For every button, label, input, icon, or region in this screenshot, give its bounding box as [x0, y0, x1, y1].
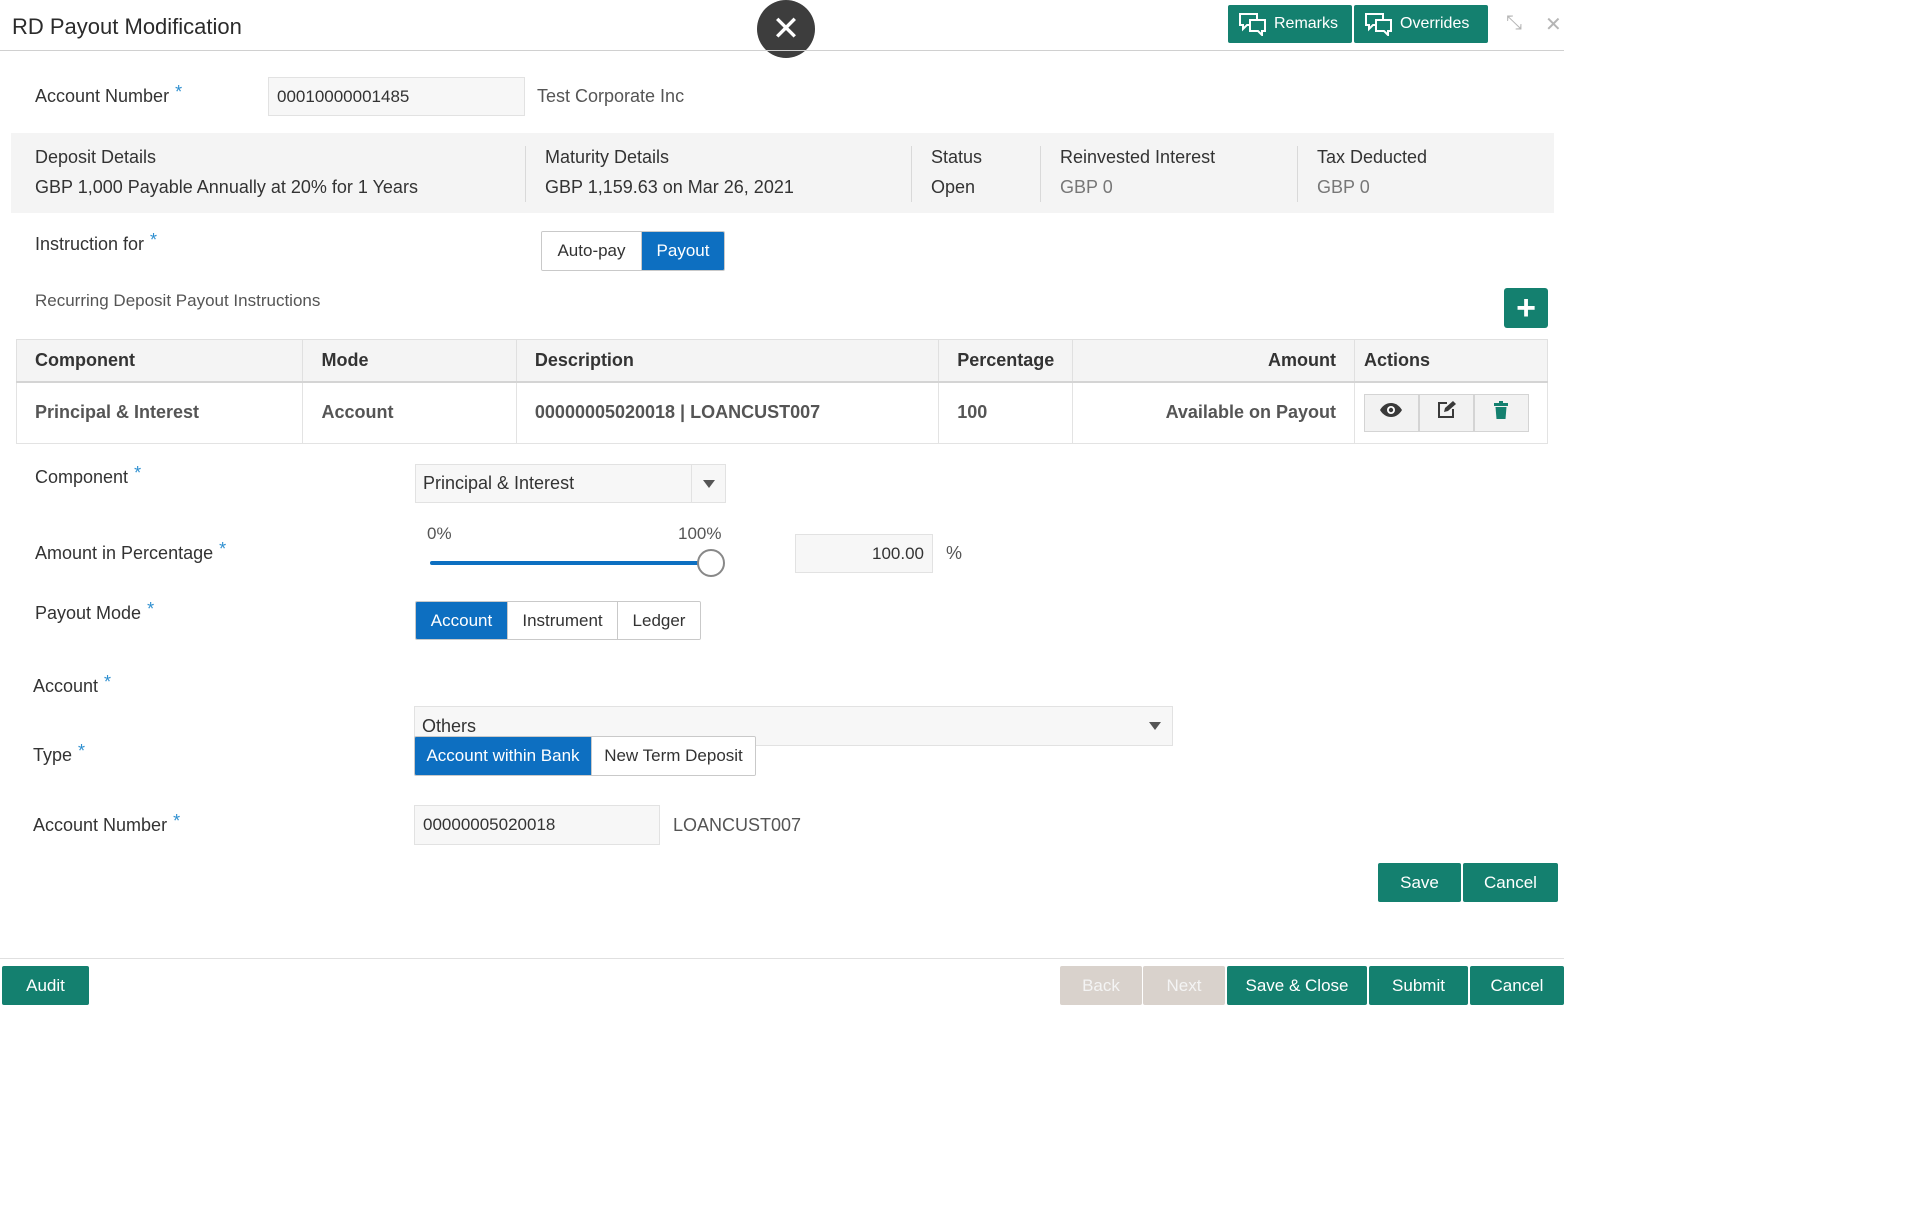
percent-unit: %: [946, 543, 963, 563]
remarks-label: Remarks: [1274, 15, 1339, 32]
component-label: Component *: [35, 463, 142, 487]
divider: [525, 146, 526, 202]
payout-account-name: LOANCUST007: [673, 815, 802, 835]
cell-description: 00000005020018 | LOANCUST007: [515, 381, 940, 444]
save-close-button[interactable]: Save & Close: [1227, 966, 1367, 1005]
type-new-term-deposit[interactable]: New Term Deposit: [592, 737, 755, 775]
minimize-icon[interactable]: ⤡: [1506, 12, 1522, 35]
instruction-option-payout[interactable]: Payout: [642, 232, 724, 270]
submit-button[interactable]: Submit: [1369, 966, 1468, 1005]
col-component: Component: [15, 339, 304, 383]
col-description: Description: [515, 339, 940, 383]
instruction-option-autopay[interactable]: Auto-pay: [542, 232, 642, 270]
remarks-button[interactable]: Remarks: [1228, 5, 1352, 43]
reinvested-interest: Reinvested Interest GBP 0: [1060, 147, 1216, 197]
type-account-within-bank[interactable]: Account within Bank: [415, 737, 592, 775]
divider: [1040, 146, 1041, 202]
col-actions: Actions: [1353, 339, 1549, 383]
overrides-button[interactable]: Overrides: [1354, 5, 1488, 43]
table-row: Principal & Interest Account 00000005020…: [15, 381, 1549, 444]
cell-mode: Account: [302, 381, 517, 444]
col-amount: Amount: [1072, 339, 1355, 383]
delete-button[interactable]: [1473, 393, 1529, 432]
deposit-details: Deposit Details GBP 1,000 Payable Annual…: [35, 147, 418, 197]
chat-icon: [1238, 12, 1268, 36]
header-divider: [0, 50, 1564, 51]
percentage-slider-thumb[interactable]: [697, 549, 725, 577]
cell-percentage: 100: [938, 381, 1074, 444]
payout-mode-instrument[interactable]: Instrument: [508, 602, 618, 639]
chevron-down-icon: [1138, 707, 1172, 745]
cell-amount: Available on Payout: [1072, 381, 1355, 444]
overrides-label: Overrides: [1400, 15, 1470, 32]
table-header-row: Component Mode Description Percentage Am…: [15, 339, 1549, 383]
type-toggle: Account within Bank New Term Deposit: [414, 736, 756, 776]
payout-account-number-label: Account Number *: [33, 811, 181, 835]
col-mode: Mode: [302, 339, 517, 383]
account-label: Account *: [33, 672, 112, 696]
payout-mode-account[interactable]: Account: [416, 602, 508, 639]
payout-account-number-input[interactable]: 00000005020018: [414, 805, 660, 845]
payout-instructions-table: Component Mode Description Percentage Am…: [15, 339, 1549, 444]
payout-mode-label: Payout Mode *: [35, 599, 155, 623]
cell-component: Principal & Interest: [15, 381, 304, 444]
footer-cancel-button[interactable]: Cancel: [1470, 966, 1564, 1005]
save-button[interactable]: Save: [1378, 863, 1461, 902]
col-percentage: Percentage: [938, 339, 1074, 383]
add-instruction-button[interactable]: +: [1504, 288, 1548, 328]
instruction-for-label: Instruction for *: [35, 230, 158, 254]
plus-icon: +: [1516, 288, 1536, 327]
cell-actions: [1353, 381, 1549, 444]
status-details: Status Open: [931, 147, 983, 197]
divider: [1297, 146, 1298, 202]
eye-icon: [1379, 402, 1403, 423]
maturity-details: Maturity Details GBP 1,159.63 on Mar 26,…: [545, 147, 794, 197]
percentage-input[interactable]: 100.00: [795, 534, 933, 573]
view-button[interactable]: [1363, 393, 1419, 432]
percentage-slider-track[interactable]: [430, 561, 710, 565]
amount-percentage-label: Amount in Percentage *: [35, 539, 227, 563]
instruction-toggle: Auto-pay Payout: [541, 231, 725, 271]
tax-deducted: Tax Deducted GBP 0: [1317, 147, 1428, 197]
trash-icon: [1494, 401, 1509, 424]
divider: [911, 146, 912, 202]
page-title: RD Payout Modification: [12, 14, 242, 39]
slider-max-label: 100%: [678, 524, 722, 543]
cancel-button[interactable]: Cancel: [1463, 863, 1558, 902]
slider-min-label: 0%: [427, 524, 452, 543]
payout-mode-toggle: Account Instrument Ledger: [415, 601, 701, 640]
account-holder-name: Test Corporate Inc: [537, 86, 685, 106]
chevron-down-icon: [691, 465, 725, 502]
next-button[interactable]: Next: [1143, 966, 1225, 1005]
close-icon: ✕: [771, 10, 801, 48]
back-button[interactable]: Back: [1060, 966, 1142, 1005]
payout-mode-ledger[interactable]: Ledger: [618, 602, 700, 639]
section-title: Recurring Deposit Payout Instructions: [35, 291, 321, 310]
footer-divider: [0, 958, 1564, 959]
account-number-input[interactable]: 00010000001485: [268, 77, 525, 116]
audit-button[interactable]: Audit: [2, 966, 89, 1005]
account-number-label: Account Number *: [35, 82, 183, 106]
component-select[interactable]: Principal & Interest: [415, 464, 726, 503]
rd-payout-modification-window: RD Payout Modification ✕ Remarks Overrid…: [0, 0, 1564, 1014]
edit-icon: [1436, 400, 1457, 425]
type-label: Type *: [33, 741, 86, 765]
edit-button[interactable]: [1418, 393, 1474, 432]
chat-icon: [1364, 12, 1394, 36]
window-close-icon[interactable]: ✕: [1545, 12, 1562, 37]
